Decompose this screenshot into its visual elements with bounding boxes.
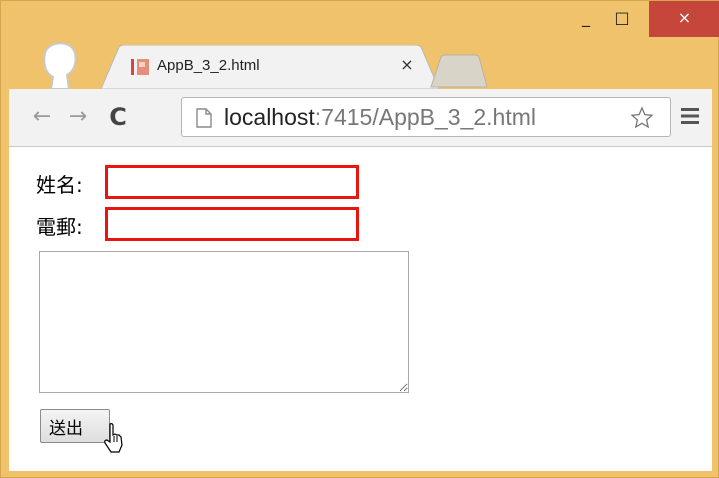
page-content: 姓名: 電郵: 送出 bbox=[9, 147, 712, 471]
email-field[interactable] bbox=[105, 207, 359, 241]
cursor-icon bbox=[103, 423, 125, 459]
close-window-button[interactable]: × bbox=[649, 1, 719, 37]
name-field[interactable] bbox=[105, 165, 359, 199]
submit-button[interactable]: 送出 bbox=[40, 409, 110, 443]
reload-button[interactable]: C bbox=[105, 103, 131, 131]
tab-close-icon[interactable]: × bbox=[397, 55, 417, 75]
name-label: 姓名: bbox=[36, 173, 83, 197]
minimize-button[interactable]: _ bbox=[571, 1, 601, 37]
message-textarea[interactable] bbox=[39, 251, 409, 393]
browser-tab[interactable]: AppB_3_2.html × bbox=[101, 45, 441, 89]
new-tab-icon[interactable] bbox=[427, 53, 489, 93]
profile-icon[interactable] bbox=[41, 37, 81, 90]
tab-title: AppB_3_2.html bbox=[157, 57, 260, 74]
browser-window: AppB_3_2.html × _ □ × ← → C localhost:74… bbox=[0, 0, 719, 478]
url-path: :7415/AppB_3_2.html bbox=[314, 104, 536, 130]
favicon-icon bbox=[131, 58, 149, 76]
title-bar: AppB_3_2.html × _ □ × bbox=[1, 1, 719, 90]
email-label: 電郵: bbox=[36, 215, 83, 239]
url-host: localhost bbox=[224, 104, 315, 130]
back-button[interactable]: ← bbox=[29, 103, 55, 131]
page-icon bbox=[196, 108, 212, 132]
browser-toolbar: ← → C localhost:7415/AppB_3_2.html bbox=[9, 89, 712, 147]
address-bar[interactable]: localhost:7415/AppB_3_2.html bbox=[181, 97, 671, 137]
star-icon[interactable] bbox=[630, 106, 654, 134]
menu-icon[interactable] bbox=[681, 107, 699, 129]
forward-button[interactable]: → bbox=[65, 103, 91, 131]
url-text: localhost:7415/AppB_3_2.html bbox=[224, 104, 536, 131]
maximize-button[interactable]: □ bbox=[607, 1, 637, 37]
